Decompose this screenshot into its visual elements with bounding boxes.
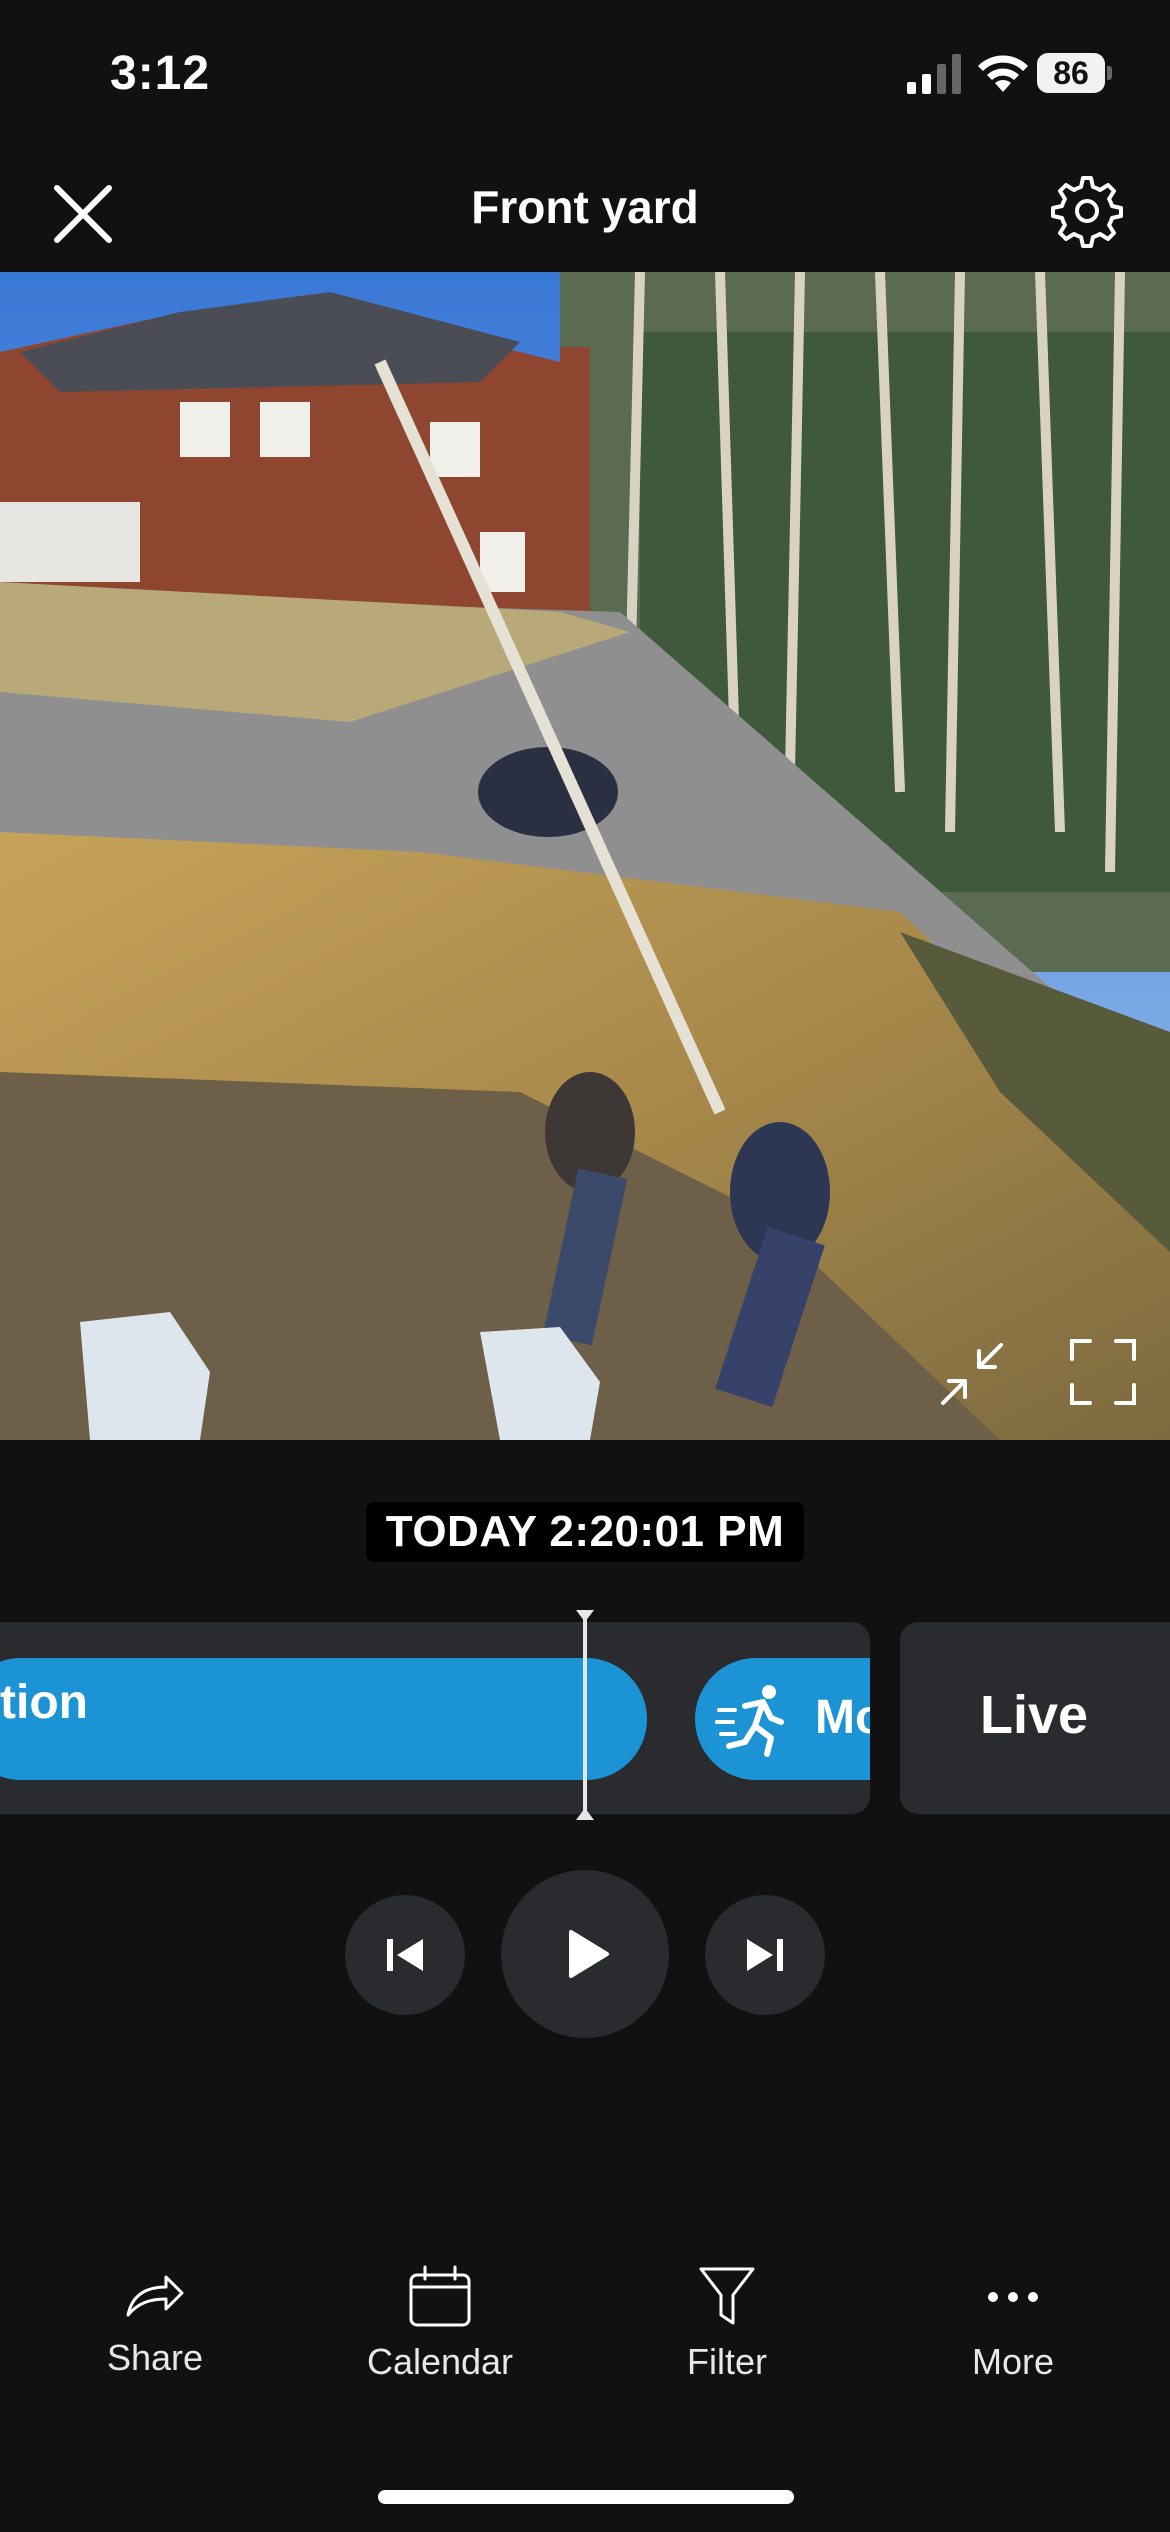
next-event-label: Mo (815, 1691, 870, 1744)
playhead-bottom-marker (576, 1808, 594, 1820)
share-label: Share (106, 2337, 204, 2378)
play-icon (569, 1930, 609, 1978)
skip-previous-button[interactable] (345, 1895, 465, 2015)
status-time: 3:12 (110, 47, 211, 100)
camera-video-feed[interactable] (0, 272, 1170, 1440)
video-frame-image (0, 272, 1170, 1440)
page-title: Front yard (471, 181, 699, 233)
minimize-arrows-icon[interactable] (935, 1337, 1009, 1411)
playback-timestamp: TODAY 2:20:01 PM (366, 1502, 804, 1562)
share-arrow-icon (126, 2275, 184, 2317)
more-label: More (971, 2341, 1055, 2382)
more-button[interactable]: More (903, 2265, 1123, 2405)
event-timeline[interactable]: Mo (0, 1622, 870, 1814)
home-indicator[interactable] (378, 2490, 794, 2504)
calendar-label: Calendar (366, 2341, 514, 2382)
share-button[interactable]: Share (45, 2265, 265, 2405)
skip-next-icon (747, 1939, 783, 1971)
fullscreen-icon[interactable] (1068, 1337, 1138, 1407)
battery-level: 86 (1053, 55, 1089, 91)
next-event-chip[interactable]: Mo (695, 1658, 870, 1780)
calendar-button[interactable]: Calendar (330, 2265, 550, 2405)
filter-funnel-icon (699, 2267, 755, 2325)
wifi-icon (978, 55, 1028, 92)
battery-icon: 86 (1037, 53, 1112, 93)
live-button[interactable]: Live (900, 1622, 1170, 1814)
cellular-signal-icon (907, 54, 961, 94)
filter-label: Filter (687, 2341, 767, 2382)
current-event-label: tion (0, 1676, 88, 1729)
live-label: Live (980, 1685, 1089, 1745)
skip-previous-icon (387, 1939, 423, 1971)
skip-next-button[interactable] (705, 1895, 825, 2015)
play-button[interactable] (501, 1870, 669, 2038)
nav-bar: Front yard (0, 150, 1170, 272)
playhead[interactable] (583, 1614, 587, 1820)
playhead-top-marker (576, 1610, 594, 1622)
running-person-icon (715, 1685, 784, 1757)
calendar-icon (409, 2265, 471, 2327)
status-bar: 3:12 86 (0, 0, 1170, 150)
gear-icon[interactable] (1048, 172, 1126, 250)
current-event-bar[interactable] (0, 1658, 647, 1780)
close-icon[interactable] (45, 176, 121, 252)
more-dots-icon (988, 2292, 1038, 2302)
filter-button[interactable]: Filter (617, 2265, 837, 2405)
